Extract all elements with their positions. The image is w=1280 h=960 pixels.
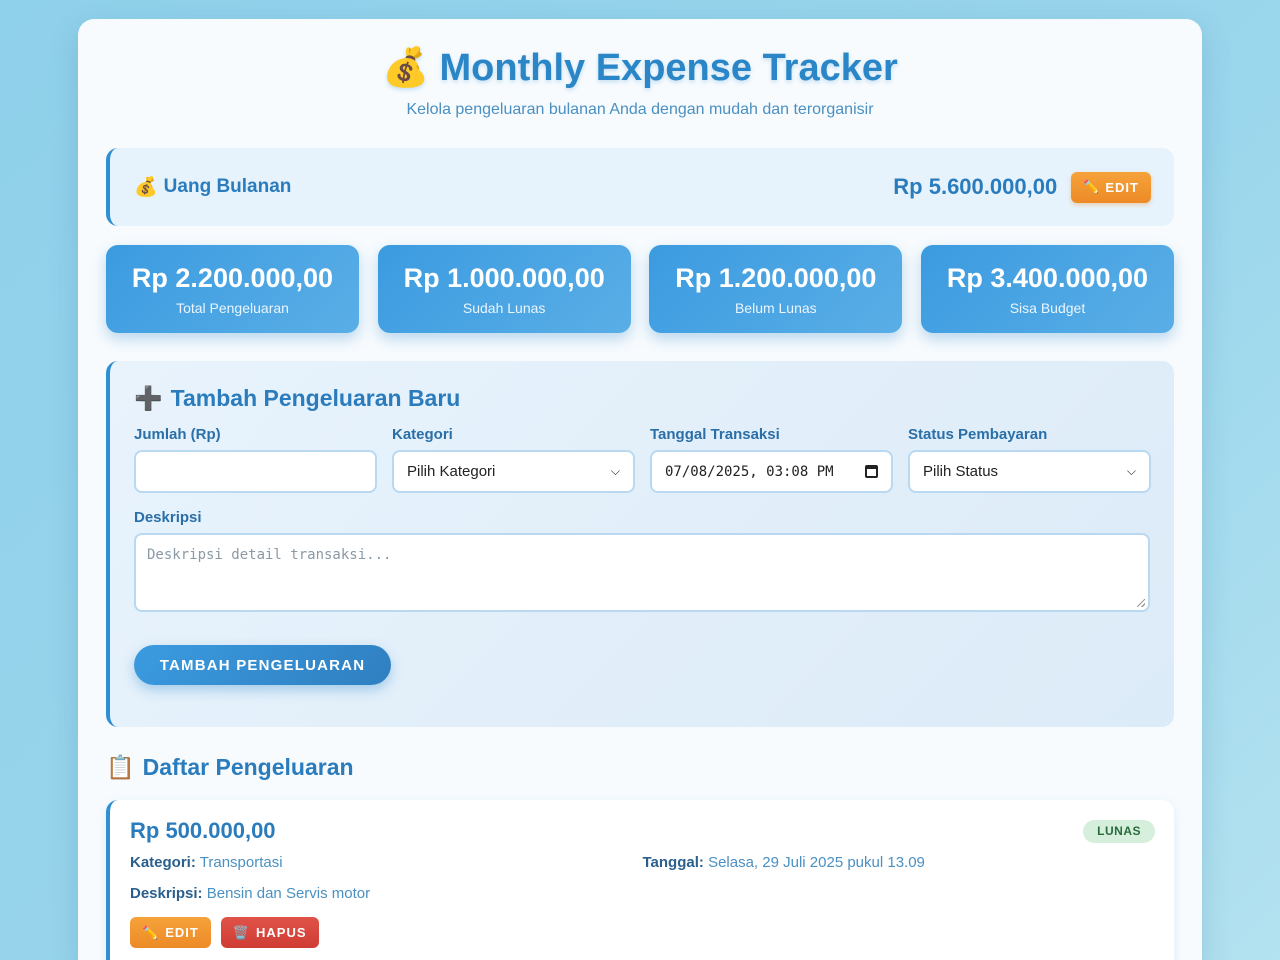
expense-meta: Kategori: Transportasi Tanggal: Selasa, … <box>130 854 1155 871</box>
expense-item-header: Rp 500.000,00 LUNAS <box>130 818 1155 844</box>
stat-label: Sisa Budget <box>1009 300 1086 316</box>
monthly-budget-bar: 💰 Uang Bulanan Rp 5.600.000,00 ✏️ EDIT <box>106 148 1174 226</box>
description-label: Deskripsi <box>134 509 202 526</box>
status-field: Status Pembayaran Pilih Status ⌵ <box>908 426 1151 493</box>
plus-icon: ➕ <box>134 384 163 411</box>
pencil-icon: ✏️ <box>142 924 160 940</box>
add-expense-form: ➕ Tambah Pengeluaran Baru Jumlah (Rp) Ka… <box>106 361 1174 727</box>
description-placeholder: Deskripsi detail transaksi... <box>147 547 392 563</box>
stat-label: Belum Lunas <box>734 300 817 316</box>
form-title-text: Tambah Pengeluaran Baru <box>170 384 461 411</box>
monthly-budget-label-text: Uang Bulanan <box>163 176 292 197</box>
status-label: Status Pembayaran <box>908 426 1048 443</box>
description-field: Deskripsi Deskripsi detail transaksi... <box>134 509 1150 612</box>
amount-input[interactable] <box>134 450 377 493</box>
summary-stats: Rp 2.200.000,00 Total Pengeluaran Rp 1.0… <box>106 245 1174 333</box>
stat-total-expense: Rp 2.200.000,00 Total Pengeluaran <box>106 245 359 333</box>
trash-icon: 🗑️ <box>232 924 250 940</box>
stat-label: Sudah Lunas <box>462 300 546 316</box>
stat-paid: Rp 1.000.000,00 Sudah Lunas <box>377 245 631 333</box>
clipboard-icon: 📋 <box>106 754 135 780</box>
monthly-budget-label: 💰 Uang Bulanan <box>134 175 291 199</box>
stat-value: Rp 2.200.000,00 <box>131 263 334 293</box>
page-title-text: Monthly Expense Tracker <box>439 46 898 89</box>
expense-category: Kategori: Transportasi <box>130 854 643 871</box>
category-value: Transportasi <box>199 854 283 871</box>
description-value: Bensin dan Servis motor <box>206 885 371 902</box>
chevron-down-icon: ⌵ <box>1126 464 1136 478</box>
category-label: Kategori <box>392 426 453 443</box>
add-expense-button[interactable]: TAMBAH PENGELUARAN <box>134 645 391 685</box>
amount-label: Jumlah (Rp) <box>134 426 221 443</box>
page-subtitle: Kelola pengeluaran bulanan Anda dengan m… <box>406 101 874 118</box>
stat-remaining-budget: Rp 3.400.000,00 Sisa Budget <box>920 245 1174 333</box>
expense-date: Tanggal: Selasa, 29 Juli 2025 pukul 13.0… <box>643 854 1156 871</box>
edit-budget-label: EDIT <box>1105 179 1139 195</box>
category-select[interactable]: Pilih Kategori ⌵ <box>392 450 635 493</box>
expense-description: Deskripsi: Bensin dan Servis motor <box>130 885 1155 902</box>
pencil-icon: ✏️ <box>1083 179 1101 194</box>
amount-field: Jumlah (Rp) <box>134 426 377 493</box>
stat-value: Rp 3.400.000,00 <box>946 263 1149 293</box>
description-key: Deskripsi: <box>130 885 203 902</box>
chevron-down-icon: ⌵ <box>610 464 620 478</box>
date-label: Tanggal Transaksi <box>650 426 780 443</box>
description-textarea[interactable]: Deskripsi detail transaksi... <box>134 533 1150 612</box>
status-select[interactable]: Pilih Status ⌵ <box>908 450 1151 493</box>
edit-budget-button[interactable]: ✏️ EDIT <box>1071 171 1151 203</box>
expense-list-title-text: Daftar Pengeluaran <box>142 754 354 780</box>
resize-handle-icon[interactable] <box>1137 599 1145 607</box>
app-container: 💰 Monthly Expense Tracker Kelola pengelu… <box>78 19 1202 960</box>
date-field: Tanggal Transaksi 07/08/2025, 03:08 PM <box>650 426 893 493</box>
expense-amount: Rp 500.000,00 <box>130 818 276 843</box>
monthly-budget-amount: Rp 5.600.000,00 <box>893 174 1058 199</box>
money-bag-icon: 💰 <box>134 177 158 198</box>
expense-actions: ✏️ EDIT 🗑️ HAPUS <box>130 917 1155 948</box>
status-selected-value: Pilih Status <box>923 463 999 480</box>
page-title: 💰 Monthly Expense Tracker <box>382 45 898 91</box>
date-value: 07/08/2025, 03:08 PM <box>665 463 834 480</box>
stat-label: Total Pengeluaran <box>176 300 289 316</box>
money-bag-icon: 💰 <box>382 47 430 89</box>
stat-value: Rp 1.000.000,00 <box>403 263 605 293</box>
delete-expense-label: HAPUS <box>256 925 307 940</box>
form-row: Jumlah (Rp) Kategori Pilih Kategori ⌵ Ta… <box>134 426 1151 493</box>
delete-expense-button[interactable]: 🗑️ HAPUS <box>220 917 319 948</box>
date-key: Tanggal: <box>642 854 704 871</box>
edit-expense-label: EDIT <box>165 925 199 940</box>
edit-expense-button[interactable]: ✏️ EDIT <box>130 917 211 948</box>
expense-list-title: 📋 Daftar Pengeluaran <box>106 754 354 781</box>
monthly-budget-right: Rp 5.600.000,00 ✏️ EDIT <box>893 171 1151 203</box>
expense-list-item: Rp 500.000,00 LUNAS Kategori: Transporta… <box>106 800 1174 960</box>
date-value: Selasa, 29 Juli 2025 pukul 13.09 <box>708 854 925 871</box>
category-key: Kategori: <box>130 854 196 871</box>
stat-value: Rp 1.200.000,00 <box>675 263 877 293</box>
stat-unpaid: Rp 1.200.000,00 Belum Lunas <box>649 245 903 333</box>
category-selected-value: Pilih Kategori <box>407 463 496 480</box>
calendar-icon[interactable] <box>865 465 878 478</box>
date-input[interactable]: 07/08/2025, 03:08 PM <box>650 450 893 493</box>
category-field: Kategori Pilih Kategori ⌵ <box>392 426 635 493</box>
header: 💰 Monthly Expense Tracker Kelola pengelu… <box>78 19 1202 119</box>
form-title: ➕ Tambah Pengeluaran Baru <box>134 383 1150 413</box>
status-badge: LUNAS <box>1083 819 1155 843</box>
